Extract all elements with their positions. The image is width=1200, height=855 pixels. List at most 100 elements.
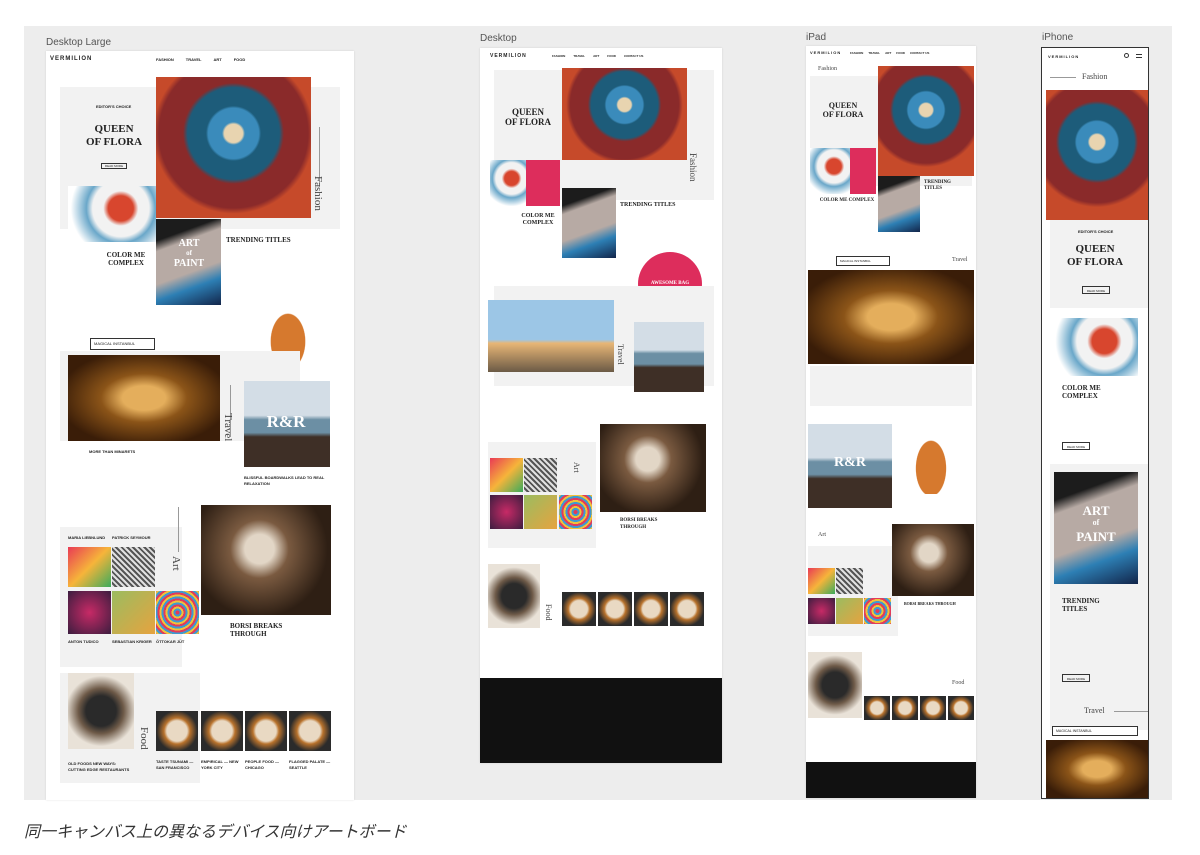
nav-art[interactable]: ART <box>885 51 891 55</box>
borsi-dancer-image[interactable] <box>201 505 331 615</box>
art-thumb-2[interactable] <box>524 458 557 492</box>
food-thumb-3[interactable] <box>920 696 946 720</box>
artboard-iphone[interactable]: VERMILION Fashion EDITOR'S CHOICE QUEEN … <box>1041 47 1149 799</box>
art-thumb-2[interactable] <box>112 547 155 587</box>
food-image-main[interactable] <box>808 652 862 718</box>
color-me-complex-image[interactable] <box>68 186 156 242</box>
pink-abstract-image[interactable] <box>850 148 876 194</box>
borsi-dancer-image[interactable] <box>892 524 974 596</box>
food-thumb-4[interactable] <box>670 592 704 626</box>
cistern-image[interactable] <box>808 270 974 364</box>
logo[interactable]: VERMILION <box>1048 54 1079 59</box>
hero-read-more-button[interactable]: READ MORE <box>1082 286 1110 294</box>
search-icon[interactable] <box>1124 53 1129 58</box>
nav-travel[interactable]: TRAVEL <box>573 54 585 58</box>
blissful-boardwalks-caption: BLISSFUL BOARDWALKS LEAD TO REAL RELAXAT… <box>244 475 325 486</box>
art-thumb-3[interactable] <box>68 591 111 634</box>
bag-image[interactable] <box>910 430 952 494</box>
artboard-title-ipad[interactable]: iPad <box>806 32 826 43</box>
nav-fashion[interactable]: FASHION <box>552 54 565 58</box>
food-thumb-2[interactable] <box>598 592 632 626</box>
logo[interactable]: VERMILION <box>490 53 527 59</box>
nav-food[interactable]: FOOD <box>234 57 246 62</box>
art-thumb-4[interactable] <box>836 598 863 624</box>
art-thumb-2[interactable] <box>836 568 863 594</box>
nav-contact[interactable]: CONTACT US <box>624 54 643 58</box>
color-me-image[interactable] <box>490 160 526 206</box>
food-thumb-1[interactable] <box>864 696 890 720</box>
art-thumb-1[interactable] <box>490 458 523 492</box>
section-label-travel: Travel <box>1084 706 1105 715</box>
section-label-fashion: Fashion <box>312 176 324 211</box>
food-image-main[interactable] <box>488 564 540 628</box>
queen-of-flora-image[interactable] <box>1046 90 1148 220</box>
borsi-title-2: THROUGH <box>620 525 647 530</box>
art-thumb-5[interactable] <box>156 591 199 634</box>
nav-art[interactable]: ART <box>593 54 599 58</box>
food-thumb-4[interactable] <box>948 696 974 720</box>
nav-travel[interactable]: TRAVEL <box>868 51 880 55</box>
food-image-main[interactable] <box>68 673 134 749</box>
color-me-title-2: COMPLEX <box>1062 392 1098 400</box>
food-thumb-1[interactable] <box>562 592 596 626</box>
art-of-paint-image[interactable] <box>878 176 920 232</box>
nav-food[interactable]: FOOD <box>896 51 905 55</box>
color-me-complex-image[interactable] <box>1054 318 1138 376</box>
hero-title-line2: OF FLORA <box>85 136 143 148</box>
magical-instanbul-select[interactable]: MAGICAL INSTANBUL <box>836 256 890 266</box>
pink-abstract-image[interactable] <box>526 160 560 206</box>
artboard-title-iphone[interactable]: iPhone <box>1042 32 1073 43</box>
art-thumb-1[interactable] <box>68 547 111 587</box>
cistern-image[interactable] <box>1046 740 1148 798</box>
magical-instanbul-select[interactable]: MAGICAL INSTANBUL <box>1052 726 1138 736</box>
nav-fashion[interactable]: FASHION <box>156 57 174 62</box>
magical-instanbul-select[interactable]: MAGICAL INSTANBUL <box>90 338 155 350</box>
hero-read-more-button[interactable]: READ MORE <box>101 163 127 169</box>
borsi-dancer-image[interactable] <box>600 424 706 512</box>
food-thumb-2[interactable] <box>892 696 918 720</box>
artboard-desktop[interactable]: VERMILION FASHION TRAVEL ART FOOD CONTAC… <box>480 48 722 763</box>
logo[interactable]: VERMILION <box>50 56 92 62</box>
color-me-read-more-button[interactable]: READ MORE <box>1062 442 1090 450</box>
cistern-image[interactable] <box>68 355 220 441</box>
artboard-title-desktop-large[interactable]: Desktop Large <box>46 37 111 48</box>
food-thumb-1[interactable] <box>156 711 198 751</box>
trending-read-more-button[interactable]: READ MORE <box>1062 674 1090 682</box>
queen-of-flora-image[interactable] <box>562 68 687 160</box>
artboard-desktop-large[interactable]: VERMILION FASHION TRAVEL ART FOOD EDITOR… <box>46 51 354 800</box>
art-thumb-5[interactable] <box>864 598 891 624</box>
art-of-paint-image[interactable] <box>562 188 616 258</box>
nav-fashion[interactable]: FASHION <box>850 51 863 55</box>
divider-line <box>178 507 179 552</box>
color-me-image[interactable] <box>810 148 850 194</box>
rr-title: R&R <box>266 412 306 431</box>
food-thumb-3[interactable] <box>634 592 668 626</box>
art-of-paint-line3: PAINT <box>173 258 205 269</box>
balloon-image[interactable] <box>488 300 614 372</box>
art-thumb-3[interactable] <box>490 495 523 529</box>
food-thumb-4[interactable] <box>289 711 331 751</box>
section-label-art: Art <box>170 556 182 571</box>
main-nav: FASHION TRAVEL ART FOOD <box>156 57 245 62</box>
artboard-title-desktop[interactable]: Desktop <box>480 33 517 44</box>
nav-art[interactable]: ART <box>213 57 221 62</box>
nav-contact[interactable]: CONTACT US <box>910 51 929 55</box>
artist-maria: MARIA LIEBNLUND <box>68 535 106 540</box>
art-of-paint-image[interactable] <box>1054 472 1138 584</box>
food-thumb-2[interactable] <box>201 711 243 751</box>
trending-title-2: TITLES <box>924 186 943 191</box>
art-thumb-4[interactable] <box>524 495 557 529</box>
pier-image[interactable] <box>634 322 704 392</box>
logo[interactable]: VERMILION <box>810 50 841 55</box>
art-thumb-1[interactable] <box>808 568 835 594</box>
art-thumb-3[interactable] <box>808 598 835 624</box>
nav-travel[interactable]: TRAVEL <box>186 57 202 62</box>
art-thumb-4[interactable] <box>112 591 155 634</box>
queen-of-flora-image[interactable] <box>878 66 974 176</box>
artboard-ipad[interactable]: VERMILION FASHION TRAVEL ART FOOD CONTAC… <box>806 46 976 798</box>
menu-icon[interactable] <box>1136 54 1142 58</box>
queen-of-flora-image[interactable] <box>156 77 311 218</box>
nav-food[interactable]: FOOD <box>607 54 616 58</box>
art-thumb-5[interactable] <box>559 495 592 529</box>
food-thumb-3[interactable] <box>245 711 287 751</box>
